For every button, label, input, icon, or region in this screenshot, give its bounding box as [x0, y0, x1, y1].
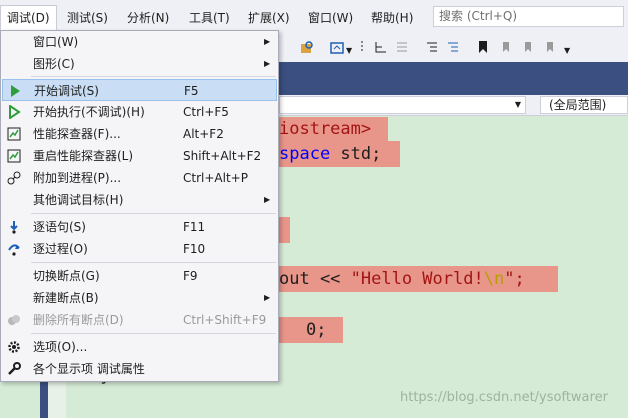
step-over-icon [8, 244, 20, 256]
menu-item-step-over[interactable]: 逐过程(O) F10 [2, 238, 277, 260]
submenu-arrow-icon: ▶ [264, 293, 271, 302]
profiler-icon [7, 127, 21, 141]
menu-item-window[interactable]: 窗口(W) ▶ [2, 31, 277, 53]
menu-separator [31, 76, 276, 77]
attach-process-icon [7, 171, 21, 185]
bookmark-icon[interactable] [476, 40, 490, 54]
toolbar-overflow-icon[interactable]: ▼ [564, 46, 570, 55]
play-green-icon [11, 85, 20, 97]
menu-item-attach-process[interactable]: 附加到进程(P)... Ctrl+Alt+P [2, 167, 277, 189]
menu-item-options[interactable]: 选项(O)... [2, 336, 277, 358]
watermark: https://blog.csdn.net/ysoftwarer [400, 390, 608, 405]
chevron-down-icon: ▼ [514, 100, 521, 109]
wrench-icon [8, 362, 21, 375]
menu-debug[interactable]: 调试(D) [0, 5, 57, 31]
menu-window[interactable]: 窗口(W) [308, 9, 353, 27]
menu-item-start-debugging[interactable]: 开始调试(S) F5 [2, 79, 277, 101]
prev-bookmark-icon[interactable] [498, 40, 512, 54]
menu-separator [31, 333, 276, 334]
menu-tools[interactable]: 工具(T) [189, 9, 230, 27]
menu-item-new-breakpoint[interactable]: 新建断点(B) ▶ [2, 287, 277, 309]
delete-breakpoints-icon [8, 315, 20, 325]
menu-test[interactable]: 测试(S) [67, 9, 108, 27]
menu-item-toggle-breakpoint[interactable]: 切换断点(G) F9 [2, 265, 277, 287]
scope-dropdown[interactable]: (全局范围) [540, 96, 628, 114]
highlight-brace [279, 217, 290, 243]
debug-menu: 窗口(W) ▶ 图形(C) ▶ 开始调试(S) F5 开始执行(不调试)(H) … [0, 30, 279, 382]
menu-item-delete-all-breakpoints[interactable]: 删除所有断点(D) Ctrl+Shift+F9 [2, 309, 277, 331]
list-icon[interactable] [395, 40, 409, 54]
clear-bookmarks-icon[interactable] [542, 40, 556, 54]
submenu-arrow-icon: ▶ [264, 195, 271, 204]
menu-help[interactable]: 帮助(H) [371, 9, 413, 27]
menu-analyze[interactable]: 分析(N) [127, 9, 169, 27]
menu-separator [31, 213, 276, 214]
profiler-restart-icon [7, 149, 21, 163]
member-dropdown[interactable]: ▼ [279, 96, 526, 114]
next-bookmark-icon[interactable] [520, 40, 534, 54]
comment-out-icon[interactable] [425, 40, 439, 54]
gear-icon [8, 341, 20, 353]
menu-item-step-into[interactable]: 逐语句(S) F11 [2, 216, 277, 238]
dotted-line-icon [361, 41, 363, 53]
chevron-down-icon[interactable]: ▼ [346, 46, 352, 55]
code-include: iostream> [279, 119, 372, 139]
submenu-arrow-icon: ▶ [264, 37, 271, 46]
submenu-arrow-icon: ▶ [264, 59, 271, 68]
code-return: 0; [306, 320, 327, 340]
step-into-icon [10, 221, 18, 234]
select-frame-icon[interactable] [330, 40, 344, 54]
menu-item-profiler[interactable]: 性能探查器(F)... Alt+F2 [2, 123, 277, 145]
menu-item-restart-profiler[interactable]: 重启性能探查器(L) Shift+Alt+F2 [2, 145, 277, 167]
search-input[interactable]: 搜索 (Ctrl+Q) [433, 6, 624, 27]
menu-extensions[interactable]: 扩展(X) [248, 9, 290, 27]
code-namespace: space std; [279, 144, 382, 164]
menu-item-start-without-debugging[interactable]: 开始执行(不调试)(H) Ctrl+F5 [2, 101, 277, 123]
find-in-files-icon[interactable] [300, 40, 314, 54]
menu-item-other-debug-targets[interactable]: 其他调试目标(H) ▶ [2, 189, 277, 211]
menu-separator [31, 262, 276, 263]
uncomment-icon[interactable] [446, 40, 460, 54]
code-cout: out << "Hello World!\n"; [279, 269, 525, 289]
menu-item-debug-properties[interactable]: 各个显示项 调试属性 [2, 358, 277, 380]
hierarchy-icon[interactable] [374, 40, 388, 54]
menu-item-graphics[interactable]: 图形(C) ▶ [2, 53, 277, 75]
menu-bar: 调试(D) 测试(S) 分析(N) 工具(T) 扩展(X) 窗口(W) 帮助(H… [0, 0, 628, 32]
play-outline-icon [9, 105, 21, 119]
